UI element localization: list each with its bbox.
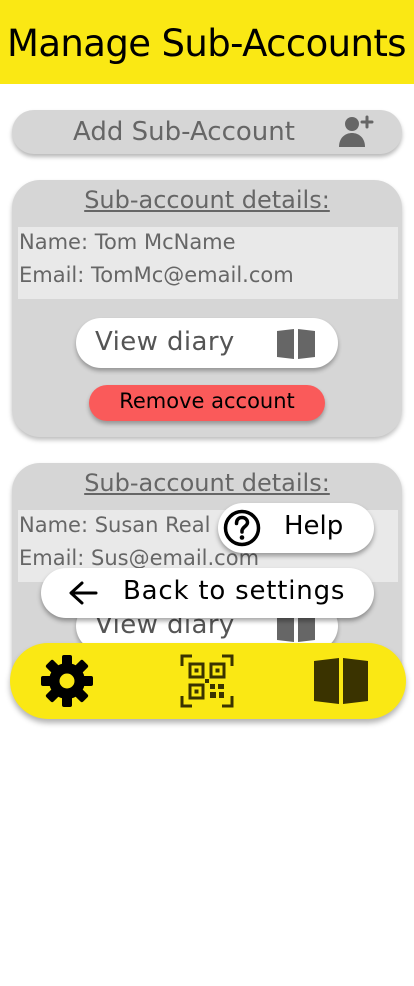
- account-name: Name: Susan Real: [19, 513, 211, 537]
- page-title: Manage Sub-Accounts: [7, 22, 407, 65]
- arrow-left-icon: [69, 581, 98, 605]
- account-email: Email: TomMc@email.com: [19, 263, 294, 287]
- card-title: Sub-account details:: [84, 186, 330, 214]
- sub-account-card: Sub-account details: Name: Tom McName Em…: [12, 180, 402, 437]
- book-icon[interactable]: [312, 657, 370, 705]
- remove-account-label: Remove account: [119, 389, 295, 413]
- remove-account-button[interactable]: Remove account: [89, 385, 325, 421]
- view-diary-button[interactable]: View diary: [76, 318, 338, 368]
- bottom-nav: [10, 643, 406, 719]
- help-button[interactable]: Help: [218, 503, 374, 553]
- account-info: Name: Tom McName Email: TomMc@email.com: [18, 227, 398, 299]
- help-label: Help: [284, 511, 344, 541]
- person-add-icon: [339, 115, 374, 147]
- account-name: Name: Tom McName: [19, 230, 236, 254]
- add-sub-account-label: Add Sub-Account: [73, 117, 295, 147]
- gear-icon[interactable]: [38, 652, 96, 710]
- app-header: Manage Sub-Accounts: [0, 0, 414, 84]
- help-circle-icon: [223, 509, 261, 547]
- account-email: Email: Sus@email.com: [19, 546, 260, 570]
- back-to-settings-button[interactable]: Back to settings: [41, 568, 374, 618]
- book-icon: [277, 329, 315, 359]
- back-to-settings-label: Back to settings: [123, 576, 346, 606]
- view-diary-label: View diary: [95, 327, 235, 357]
- card-title: Sub-account details:: [84, 469, 330, 497]
- qr-code-icon[interactable]: [180, 654, 234, 708]
